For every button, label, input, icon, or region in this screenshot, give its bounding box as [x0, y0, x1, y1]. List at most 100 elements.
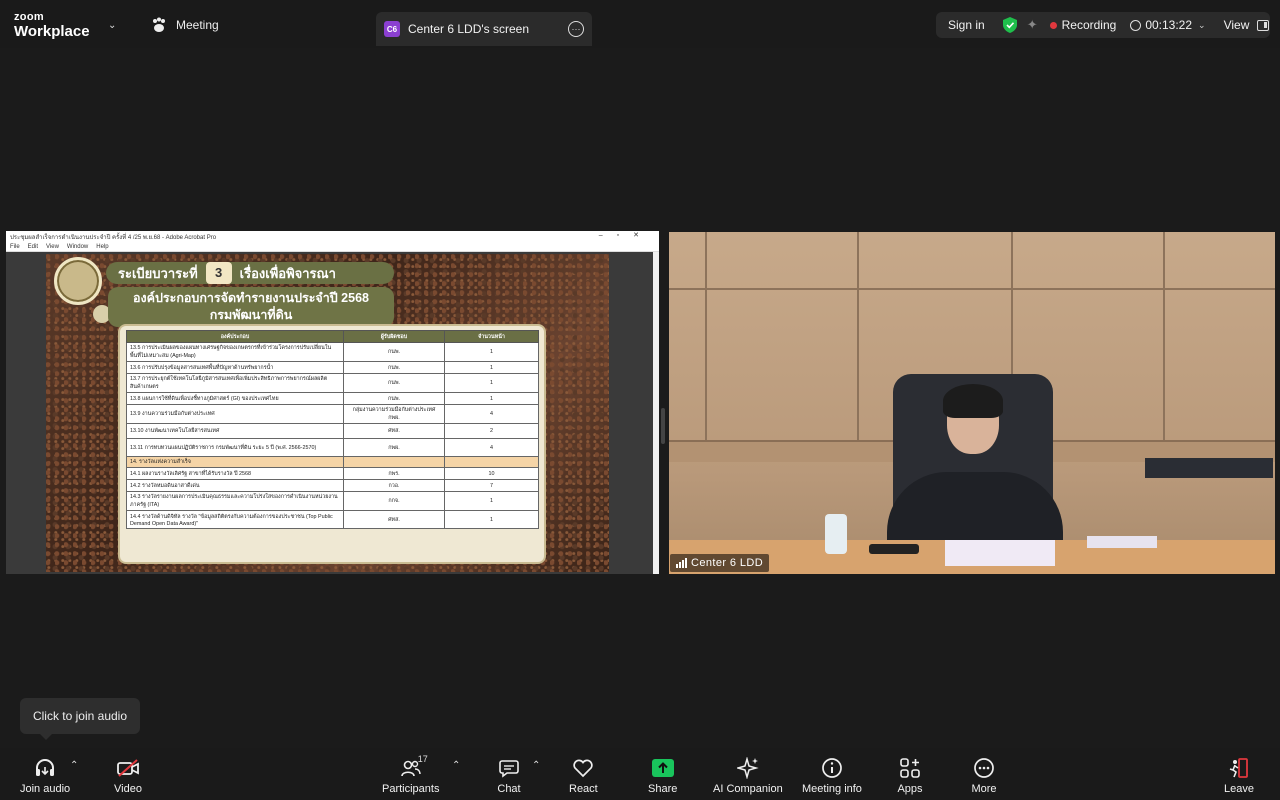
- leave-button[interactable]: Leave: [1224, 756, 1254, 795]
- menu-edit: Edit: [27, 243, 39, 250]
- agenda-number: 3: [205, 262, 232, 284]
- chevron-up-icon[interactable]: ⌃: [452, 760, 460, 771]
- shield-check-icon[interactable]: [1002, 17, 1017, 33]
- cell-pages: [444, 456, 539, 468]
- cell-component: 14. รางวัลแห่งความสำเร็จ: [126, 456, 344, 468]
- react-button[interactable]: React: [569, 756, 598, 795]
- recording-label[interactable]: Recording: [1062, 18, 1117, 32]
- report-components-table: องค์ประกอบ ผู้รับผิดชอบ จำนวนหน้า 13.5 ก…: [126, 330, 539, 529]
- share-label: Share: [648, 783, 678, 795]
- view-button[interactable]: View: [1224, 18, 1250, 32]
- menu-help: Help: [96, 243, 109, 250]
- join-audio-tooltip: Click to join audio: [20, 698, 140, 740]
- chat-bubble-icon: [496, 756, 522, 780]
- participants-label: Participants: [382, 783, 440, 795]
- cell-pages: 1: [444, 392, 539, 405]
- col-header-pages: จำนวนหน้า: [444, 330, 539, 343]
- leave-label: Leave: [1224, 783, 1254, 795]
- sign-in-button[interactable]: Sign in: [948, 18, 985, 32]
- cell-component: 14.3 รางวัลรายงานผลการประเมินคุณธรรมและค…: [126, 491, 344, 511]
- share-button[interactable]: Share: [648, 756, 677, 795]
- zoom-workplace-logo[interactable]: zoom Workplace: [14, 12, 90, 40]
- more-options-icon[interactable]: ···: [568, 21, 584, 37]
- chevron-down-icon[interactable]: ⌄: [108, 20, 116, 31]
- cell-component: 13.11 การทบทวนแผนปฏิบัติราชการ กรมพัฒนาท…: [126, 438, 344, 457]
- chat-label: Chat: [497, 783, 521, 795]
- video-button[interactable]: Video: [114, 756, 142, 795]
- slide-title-line1: องค์ประกอบการจัดทำรายงานประจำปี 2568: [133, 291, 369, 305]
- apps-label: Apps: [897, 783, 923, 795]
- meeting-button[interactable]: Meeting: [150, 16, 219, 34]
- headphones-icon: [32, 756, 58, 780]
- chat-button[interactable]: Chat: [496, 756, 522, 795]
- cell-component: 13.9 งานความร่วมมือกับต่างประเทศ: [126, 404, 344, 424]
- cell-component: 13.5 การประเมินผลของแผนทางเศรษฐกิจของเกษ…: [126, 342, 344, 362]
- background-monitor: [1145, 458, 1273, 478]
- participant-badge: C6: [384, 21, 400, 37]
- meeting-info-label: Meeting info: [802, 783, 862, 795]
- leave-door-icon: [1226, 756, 1252, 780]
- meeting-info-button[interactable]: Meeting info: [802, 756, 862, 795]
- video-off-icon: [115, 756, 141, 780]
- desk-microphone: [869, 544, 919, 554]
- ai-sparkle-icon: [735, 756, 761, 780]
- chevron-up-icon[interactable]: ⌃: [70, 760, 78, 771]
- cell-owner: ศทส.: [343, 423, 445, 439]
- cell-owner: กลุ่มงานความร่วมมือกับต่างประเทศ กพผ.: [343, 404, 445, 424]
- table-row: 13.8 แผนการใช้ที่ดินเพื่อบ่งชี้ทางภูมิศา…: [126, 392, 539, 405]
- table-row: 13.9 งานความร่วมมือกับต่างประเทศ กลุ่มงาน…: [126, 404, 539, 424]
- share-tab-title: Center 6 LDD's screen: [408, 22, 530, 36]
- presentation-slide: ระเบียบวาระที่ 3 เรื่องเพื่อพิจารณา องค์…: [46, 254, 609, 572]
- agenda-suffix: เรื่องเพื่อพิจารณา: [239, 265, 336, 281]
- ai-companion-button[interactable]: AI Companion: [713, 756, 783, 795]
- agenda-banner: ระเบียบวาระที่ 3 เรื่องเพื่อพิจารณา: [106, 262, 394, 284]
- menu-window: Window: [66, 243, 89, 250]
- view-layout-icon[interactable]: [1257, 19, 1270, 31]
- water-bottle: [825, 514, 847, 554]
- chevron-up-icon[interactable]: ⌃: [532, 760, 540, 771]
- more-dots-icon: [971, 756, 997, 780]
- participant-name-tag: Center 6 LDD: [670, 554, 770, 572]
- cell-owner: กพผ.: [343, 438, 445, 457]
- cell-owner: กนพ.: [343, 373, 445, 393]
- join-audio-button[interactable]: Join audio: [20, 756, 70, 795]
- join-audio-label: Join audio: [20, 783, 71, 795]
- cell-pages: 1: [444, 373, 539, 393]
- table-row: 13.10 งานพัฒนาเทคโนโลยีสารสนเทศ ศทส. 2: [126, 423, 539, 439]
- meeting-timer: 00:13:22: [1145, 18, 1193, 32]
- meeting-paw-icon: [153, 17, 165, 32]
- apps-button[interactable]: Apps: [897, 756, 923, 795]
- cell-pages: 7: [444, 479, 539, 492]
- top-bar: zoom Workplace ⌄ Meeting C6 Center 6 LDD…: [0, 0, 1280, 48]
- cell-component: 13.7 การประยุกต์ใช้เทคโนโลยีภูมิสารสนเทศ…: [126, 373, 344, 393]
- more-button[interactable]: More: [971, 756, 997, 795]
- menu-view: View: [46, 243, 59, 250]
- pane-resize-handle[interactable]: [661, 408, 665, 444]
- recording-dot-icon: [1049, 21, 1057, 29]
- more-label: More: [971, 783, 997, 795]
- cell-owner: ศทส.: [343, 510, 445, 529]
- ai-companion-label: AI Companion: [713, 783, 783, 795]
- desk-nameplate: [945, 540, 1055, 566]
- table-body: 13.5 การประเมินผลของแผนทางเศรษฐกิจของเกษ…: [126, 342, 539, 529]
- meeting-label: Meeting: [176, 18, 219, 32]
- acrobat-scrollbar[interactable]: [653, 252, 659, 574]
- cell-pages: 10: [444, 467, 539, 480]
- cell-owner: [343, 456, 445, 468]
- participant-name: Center 6 LDD: [691, 557, 764, 569]
- col-header-owner: ผู้รับผิดชอบ: [343, 330, 445, 343]
- table-row: 14.3 รางวัลรายงานผลการประเมินคุณธรรมและค…: [126, 491, 539, 511]
- participants-button[interactable]: 17 Participants: [382, 754, 440, 795]
- cell-component: 14.2 รางวัลหมอดินอาสาดีเด่น: [126, 479, 344, 492]
- share-screen-tab[interactable]: C6 Center 6 LDD's screen ···: [376, 12, 592, 46]
- ai-sparkle-icon[interactable]: ✦: [1027, 17, 1038, 33]
- cell-owner: กกจ.: [343, 491, 445, 511]
- wall-panel-line: [1163, 232, 1165, 442]
- participant-video-tile[interactable]: [669, 232, 1275, 574]
- chevron-down-icon[interactable]: ⌄: [1198, 20, 1206, 31]
- cell-pages: 2: [444, 423, 539, 439]
- signal-bars-icon: [676, 558, 687, 568]
- cell-owner: กพร.: [343, 467, 445, 480]
- acrobat-window-title: ประชุมผลสำเร็จการดำเนินงานประจำปี ครั้งท…: [10, 234, 217, 241]
- table-row: 13.6 การปรับปรุงข้อมูลสารสนเทศพื้นที่ปัญ…: [126, 361, 539, 374]
